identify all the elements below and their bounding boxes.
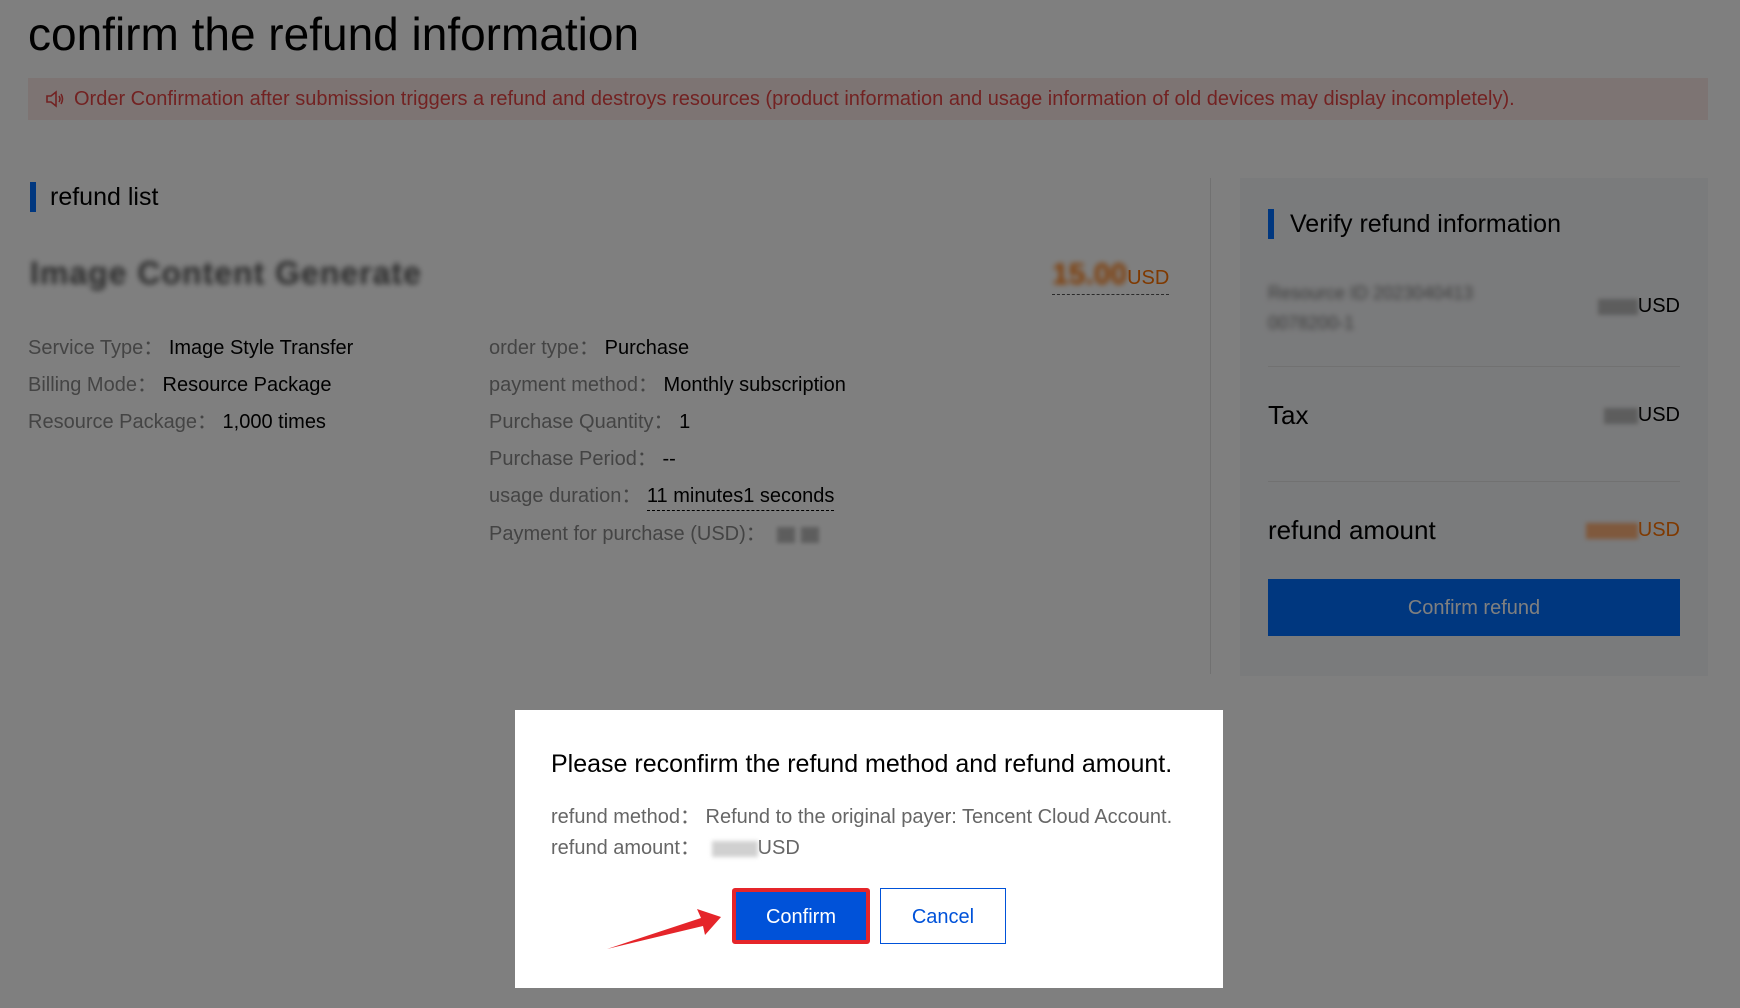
dialog-cancel-button[interactable]: Cancel	[880, 888, 1006, 944]
method-label: refund method：	[551, 806, 700, 828]
refund-method-line: refund method： Refund to the original pa…	[551, 800, 1172, 829]
amount-unit: USD	[757, 837, 800, 859]
refund-page: confirm the refund information Order Con…	[0, 0, 1740, 1008]
method-value: Refund to the original payer: Tencent Cl…	[705, 806, 1173, 828]
refund-amount-line: refund amount： USD	[551, 831, 800, 860]
amount-label: refund amount：	[551, 837, 700, 859]
dialog-title: Please reconfirm the refund method and r…	[551, 750, 1173, 778]
dialog-confirm-refund-button[interactable]: Confirm refund	[732, 888, 870, 976]
red-arrow-icon	[607, 909, 721, 949]
redacted-value	[711, 840, 758, 857]
